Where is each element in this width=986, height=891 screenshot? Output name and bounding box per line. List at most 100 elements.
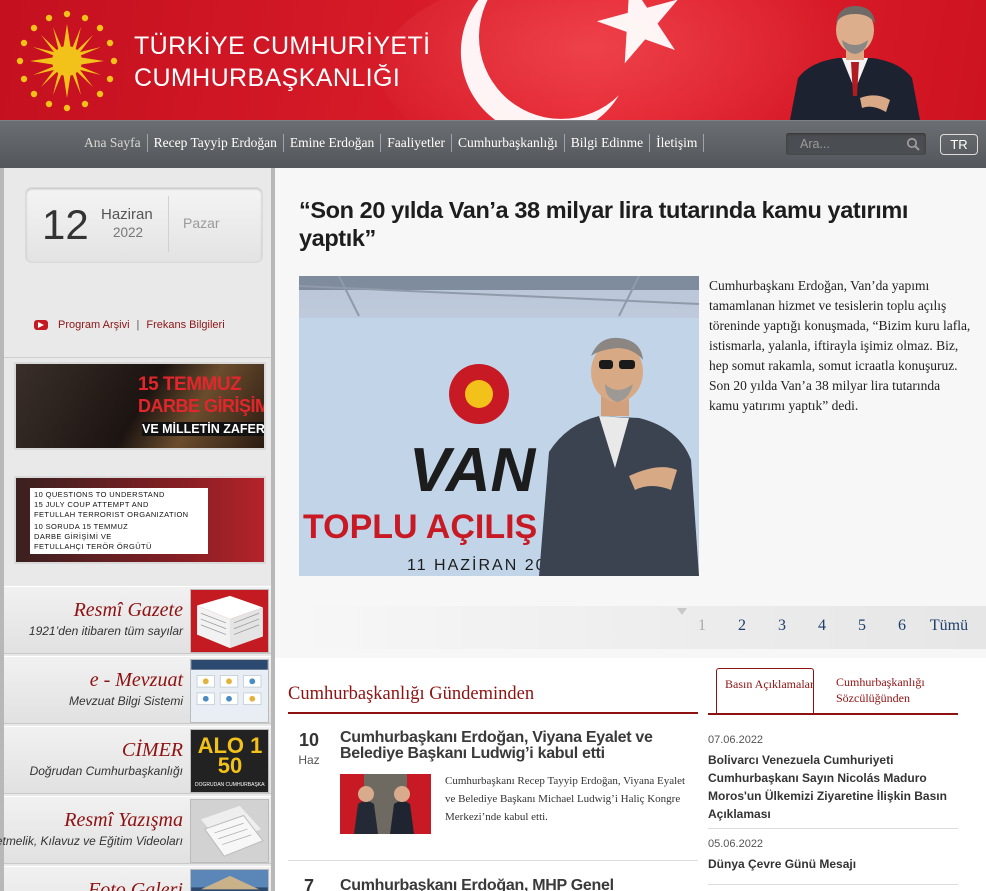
main-navigation: Ana Sayfa Recep Tayyip Erdoğan Emine Erd… (0, 120, 986, 168)
legislation-system-icon (190, 659, 269, 723)
program-links: Program Arşivi | Frekans Bilgileri (34, 319, 225, 331)
press-title[interactable]: Dünya Çevre Günü Mesajı (708, 857, 856, 871)
tab-press-releases[interactable]: Basın Açıklamaları (716, 668, 814, 714)
agenda-title[interactable]: Cumhurbaşkanlığı Gündeminden (288, 684, 534, 705)
frequency-info-link[interactable]: Frekans Bilgileri (146, 319, 224, 331)
van-opening-ceremony-image: VAN TOPLU AÇILIŞ TÖ 11 HAZİRAN 2022 (299, 276, 699, 576)
press-title[interactable]: Bolivarcı Venezuela Cumhuriyeti Cumhurba… (708, 753, 947, 821)
promo-subtitle: Mevzuat Bilgi Sistemi (68, 694, 183, 708)
divider (4, 357, 271, 358)
left-sidebar: 12 Haziran 2022 Pazar Program Arşivi | F… (0, 168, 271, 891)
date-weekday: Pazar (183, 215, 220, 231)
site-title-line1[interactable]: TÜRKİYE CUMHURİYETİ (134, 32, 431, 61)
pager-page-2[interactable]: 2 (722, 617, 762, 635)
news-headline[interactable]: Cumhurbaşkanı Erdoğan, MHP Genel Başkanı (340, 878, 670, 891)
press-item: 05.06.2022 Dünya Çevre Günü Mesajı (708, 838, 958, 873)
news-item: 10 Haz Cumhurbaşkanı Erdoğan, Viyana Eya… (288, 730, 698, 850)
news-thumbnail-image[interactable] (340, 774, 431, 834)
banner-tagline: VE MİLLETİN ZAFERİ (142, 422, 264, 436)
featured-headline[interactable]: “Son 20 yılda Van’a 38 milyar lira tutar… (299, 196, 939, 252)
photo-city-text: VAN (409, 436, 537, 505)
news-headline[interactable]: Cumhurbaşkanı Erdoğan, Viyana Eyalet ve … (340, 730, 670, 762)
featured-summary: Cumhurbaşkanı Erdoğan, Van’da yapımı tam… (709, 278, 971, 413)
search-input[interactable] (786, 133, 894, 155)
pager-page-1[interactable]: 1 (682, 617, 722, 635)
banner-line: 15 JULY COUP ATTEMPT AND (34, 500, 149, 509)
president-portrait-image (790, 6, 920, 120)
correspondence-document-icon (190, 799, 269, 863)
press-item: 07.06.2022 Bolivarcı Venezuela Cumhuriye… (708, 734, 958, 823)
news-description: Cumhurbaşkanı Recep Tayyip Erdoğan, Viya… (445, 775, 686, 823)
nav-item-president[interactable]: Recep Tayyip Erdoğan (148, 134, 284, 152)
cimer-link[interactable]: CİMER Doğrudan Cumhurbaşkanlığı ALO 150 … (4, 726, 271, 794)
date-widget: 12 Haziran 2022 Pazar (26, 188, 262, 262)
promo-subtitle: Doğrudan Cumhurbaşkanlığı (29, 764, 183, 778)
news-date: 10 Haz (288, 730, 330, 769)
search-icon[interactable] (906, 137, 920, 151)
promo-title: Foto Galeri (88, 879, 183, 891)
site-title-line2[interactable]: CUMHURBAŞKANLIĞI (134, 64, 400, 93)
banner-line: 10 SORUDA 15 TEMMUZ (34, 522, 129, 531)
gallery-building-icon (190, 869, 269, 891)
nav-item-information-request[interactable]: Bilgi Edinme (565, 134, 651, 152)
hotline-caption: DOĞRUDAN CUMHURBAŞKANLIĞI (195, 782, 265, 788)
nav-item-contact[interactable]: İletişim (650, 134, 705, 152)
arrow-right-icon (34, 320, 48, 330)
news-date-day: 7 (303, 876, 314, 891)
search-box (786, 133, 926, 155)
press-divider (708, 884, 958, 885)
news-date-month: Haz (298, 753, 320, 767)
cimer-hotline-image: ALO 150 DOĞRUDAN CUMHURBAŞKANLIĞI (190, 729, 269, 793)
banner-line: FETULLAH TERRORIST ORGANIZATION (34, 510, 189, 519)
link-separator: | (136, 319, 140, 331)
banner-title: 15 TEMMUZ (138, 374, 242, 395)
slider-pager: 1 2 3 4 5 6 Tümü (682, 617, 976, 635)
promo-title: CİMER (121, 739, 183, 761)
nav-item-presidency[interactable]: Cumhurbaşkanlığı (452, 134, 565, 152)
press-divider (708, 828, 958, 829)
photo-gallery-link[interactable]: Foto Galeri (4, 866, 271, 891)
agenda-title-underline (288, 712, 698, 714)
flag-crescent-star-icon (460, 0, 678, 120)
banner-line: DARBE GİRİŞİMİ VE (34, 532, 112, 541)
date-month: Haziran (101, 206, 153, 223)
active-page-caret-icon (677, 608, 687, 615)
nav-item-first-lady[interactable]: Emine Erdoğan (284, 134, 382, 152)
nav-menu: Ana Sayfa Recep Tayyip Erdoğan Emine Erd… (78, 134, 705, 152)
date-year: 2022 (113, 225, 144, 240)
pager-all-link[interactable]: Tümü (922, 617, 976, 635)
official-gazette-link[interactable]: Resmî Gazete 1921’den itibaren tüm sayıl… (4, 586, 271, 654)
program-archive-link[interactable]: Program Arşivi (58, 319, 130, 331)
site-header: TÜRKİYE CUMHURİYETİ CUMHURBAŞKANLIĞI (0, 0, 986, 120)
banner-line: 10 QUESTIONS TO UNDERSTAND (34, 490, 165, 499)
banner-line: FETULLAHÇI TERÖR ÖRGÜTÜ (34, 542, 152, 551)
main-content: “Son 20 yılda Van’a 38 milyar lira tutar… (275, 168, 986, 891)
promo-title: Resmî Gazete (73, 599, 183, 621)
promo-title: e - Mevzuat (89, 669, 183, 691)
nav-item-activities[interactable]: Faaliyetler (381, 134, 452, 152)
july-15-banner[interactable]: 15 TEMMUZ DARBE GİRİŞİMİ VE MİLLETİN ZAF… (14, 362, 266, 450)
press-date: 07.06.2022 (708, 734, 764, 746)
banner-subtitle: DARBE GİRİŞİMİ (138, 396, 266, 416)
featured-photo[interactable]: VAN TOPLU AÇILIŞ TÖ 11 HAZİRAN 2022 (299, 276, 699, 576)
pager-page-6[interactable]: 6 (882, 617, 922, 635)
press-tabs: Basın Açıklamaları Cumhurbaşkanlığı Sözc… (708, 668, 958, 714)
pager-page-3[interactable]: 3 (762, 617, 802, 635)
promo-subtitle: 1921’den itibaren tüm sayılar (28, 624, 183, 638)
news-date: 7 (288, 876, 330, 891)
language-switch-button[interactable]: TR (940, 134, 978, 155)
date-divider (168, 196, 169, 252)
official-correspondence-link[interactable]: Resmî Yazışma Yönetmelik, Kılavuz ve Eği… (0, 796, 271, 864)
pager-page-4[interactable]: 4 (802, 617, 842, 635)
e-legislation-link[interactable]: e - Mevzuat Mevzuat Bilgi Sistemi (4, 656, 271, 724)
tab-spokesperson[interactable]: Cumhurbaşkanlığı Sözcülüğünden (836, 674, 958, 706)
presidential-seal-icon[interactable] (16, 10, 118, 112)
nav-item-home[interactable]: Ana Sayfa (78, 134, 148, 152)
hotline-number: ALO 150 (197, 733, 263, 778)
gazette-document-icon (190, 589, 269, 653)
pager-page-5[interactable]: 5 (842, 617, 882, 635)
news-divider (288, 860, 698, 861)
ten-questions-banner[interactable]: 10 QUESTIONS TO UNDERSTAND 15 JULY COUP … (14, 476, 266, 564)
promo-subtitle: Yönetmelik, Kılavuz ve Eğitim Videoları (0, 834, 183, 848)
press-date: 05.06.2022 (708, 838, 764, 850)
